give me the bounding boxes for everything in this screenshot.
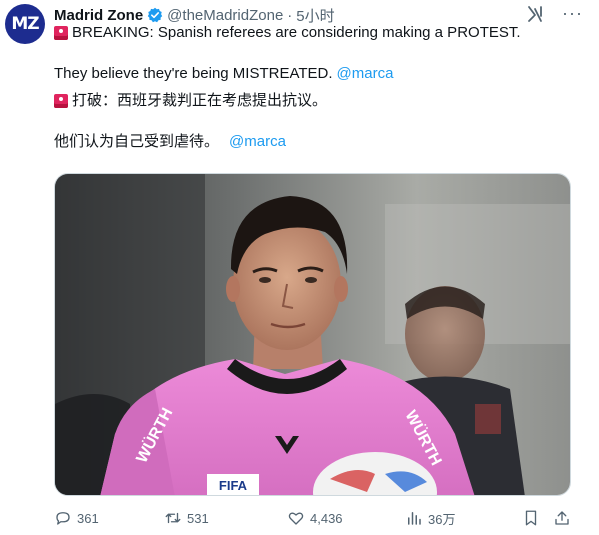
tweet-line-1: BREAKING: Spanish referees are consideri…: [54, 23, 521, 43]
share-icon: [555, 511, 569, 525]
mention-link[interactable]: @marca: [337, 64, 394, 84]
views-chart-icon: [408, 512, 421, 525]
referee-photo: FIFA WÜRTH WÜRTH: [55, 174, 570, 495]
siren-icon: [54, 26, 68, 40]
like-count: 4,436: [310, 510, 343, 526]
mention-link[interactable]: @marca: [229, 132, 286, 152]
siren-icon: [54, 94, 68, 108]
reply-icon: [56, 512, 70, 525]
tweet-line-4: 他们认为自己受到虐待。 @marca: [54, 132, 286, 152]
grok-icon[interactable]: [526, 4, 546, 24]
heart-icon: [288, 512, 304, 525]
reply-button[interactable]: 361: [54, 508, 99, 528]
views-button[interactable]: 36万: [405, 508, 455, 528]
tweet-line-2: They believe they're being MISTREATED. @…: [54, 64, 393, 84]
bookmark-icon: [525, 510, 537, 526]
reply-count: 361: [77, 510, 99, 526]
retweet-button[interactable]: 531: [164, 508, 209, 528]
display-name[interactable]: Madrid Zone: [54, 7, 143, 24]
verified-badge-icon: [147, 7, 163, 23]
tweet-header: Madrid Zone @theMadridZone · 5小时: [54, 6, 335, 25]
retweet-icon: [165, 512, 181, 524]
jersey-fifa-patch: FIFA: [219, 478, 248, 493]
handle[interactable]: @theMadridZone: [167, 7, 283, 24]
tweet-text-chinese-breaking: 打破：西班牙裁判正在考虑提出抗议。: [72, 92, 328, 109]
separator-dot: ·: [287, 6, 293, 24]
tweet-text-chinese-mistreated: 他们认为自己受到虐待。: [54, 133, 220, 150]
like-button[interactable]: 4,436: [287, 508, 343, 528]
more-options-icon[interactable]: ···: [562, 4, 583, 22]
tweet-media-image[interactable]: FIFA WÜRTH WÜRTH: [54, 173, 571, 496]
tweet-actions: 361 531 4,436 36万: [0, 508, 599, 530]
tweet-line-3: 打破：西班牙裁判正在考虑提出抗议。: [54, 91, 327, 111]
retweet-count: 531: [187, 510, 209, 526]
share-button[interactable]: [553, 508, 571, 528]
views-count: 36万: [428, 511, 456, 527]
bookmark-button[interactable]: [522, 508, 540, 528]
tweet-text-mistreated: They believe they're being MISTREATED.: [54, 65, 333, 82]
tweet-text-breaking: BREAKING: Spanish referees are consideri…: [72, 24, 521, 41]
avatar[interactable]: MZ: [5, 4, 45, 44]
avatar-logo: MZ: [11, 14, 39, 34]
